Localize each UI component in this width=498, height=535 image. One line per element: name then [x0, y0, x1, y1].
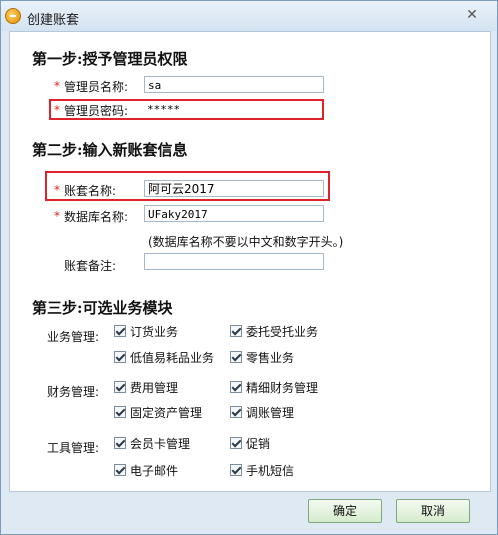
checkbox-checked-icon [114, 351, 126, 363]
checkbox-checked-icon [230, 325, 242, 337]
checkbox-checked-icon [230, 464, 242, 476]
admin-password-input[interactable]: ***** [144, 102, 320, 117]
module-sms-checkbox[interactable]: 手机短信 [230, 463, 294, 478]
checkbox-checked-icon [114, 464, 126, 476]
checkbox-checked-icon [114, 437, 126, 449]
ok-button[interactable]: 确定 [308, 499, 382, 523]
module-promotion-checkbox[interactable]: 促销 [230, 436, 270, 451]
required-mark: * [54, 209, 60, 223]
tools-group-label: 工具管理: [47, 441, 100, 455]
module-member-card-checkbox[interactable]: 会员卡管理 [114, 436, 190, 451]
step1-title: 第一步:授予管理员权限 [32, 50, 188, 68]
checkbox-checked-icon [230, 351, 242, 363]
module-retail-checkbox[interactable]: 零售业务 [230, 350, 294, 365]
close-icon[interactable]: ✕ [464, 7, 480, 23]
module-ordering-checkbox[interactable]: 订货业务 [114, 324, 178, 339]
checkbox-checked-icon [114, 325, 126, 337]
step3-title: 第三步:可选业务模块 [32, 299, 173, 317]
required-mark: * [54, 103, 60, 117]
business-group-label: 业务管理: [47, 330, 100, 344]
account-name-label: 账套名称: [64, 184, 117, 198]
module-fixed-asset-checkbox[interactable]: 固定资产管理 [114, 405, 202, 420]
required-mark: * [54, 183, 60, 197]
checkbox-checked-icon [230, 437, 242, 449]
module-expense-checkbox[interactable]: 费用管理 [114, 380, 178, 395]
admin-name-input[interactable]: sa [144, 76, 324, 93]
step2-title: 第二步:输入新账套信息 [32, 141, 188, 159]
account-name-input[interactable]: 阿可云2017 [144, 180, 324, 197]
db-name-input[interactable]: UFaky2017 [144, 205, 324, 222]
db-name-label: 数据库名称: [64, 210, 129, 224]
checkbox-checked-icon [230, 406, 242, 418]
account-note-input[interactable] [144, 253, 324, 270]
checkbox-checked-icon [114, 381, 126, 393]
required-mark: * [54, 79, 60, 93]
checkbox-checked-icon [230, 381, 242, 393]
app-logo-icon [5, 8, 21, 24]
db-name-hint: (数据库名称不要以中文和数字开头。) [148, 235, 344, 249]
finance-group-label: 财务管理: [47, 385, 100, 399]
module-email-checkbox[interactable]: 电子邮件 [114, 463, 178, 478]
admin-password-label: 管理员密码: [64, 104, 129, 118]
create-account-dialog: 创建账套 ✕ 第一步:授予管理员权限 * 管理员名称: sa * 管理员密码: … [0, 0, 498, 535]
module-fine-finance-checkbox[interactable]: 精细财务管理 [230, 380, 318, 395]
module-low-value-checkbox[interactable]: 低值易耗品业务 [114, 350, 214, 365]
dialog-body: 第一步:授予管理员权限 * 管理员名称: sa * 管理员密码: ***** 第… [9, 31, 491, 492]
admin-name-label: 管理员名称: [64, 80, 129, 94]
title-bar: 创建账套 ✕ [1, 1, 497, 31]
module-adjustment-checkbox[interactable]: 调账管理 [230, 405, 294, 420]
account-note-label: 账套备注: [64, 259, 117, 273]
cancel-button[interactable]: 取消 [396, 499, 470, 523]
module-consignment-checkbox[interactable]: 委托受托业务 [230, 324, 318, 339]
dialog-title: 创建账套 [27, 13, 80, 28]
checkbox-checked-icon [114, 406, 126, 418]
